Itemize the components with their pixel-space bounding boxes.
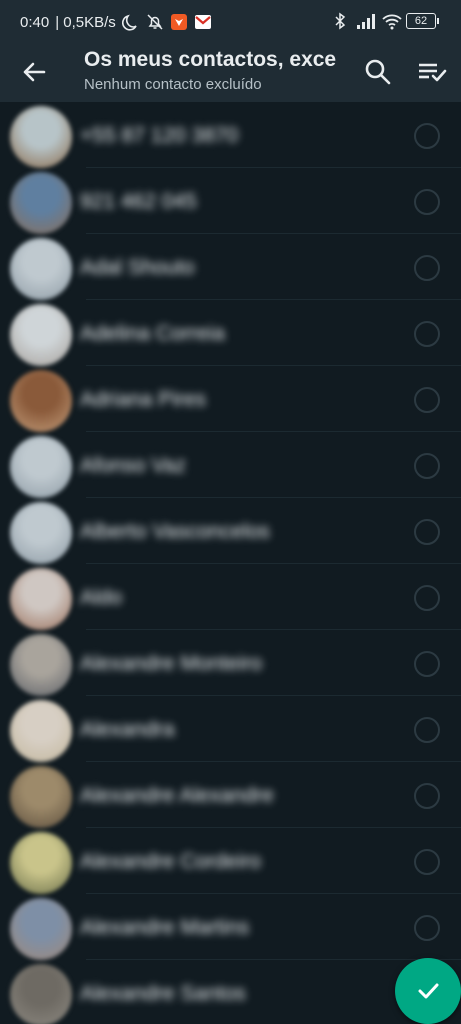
contact-checkbox[interactable] bbox=[414, 453, 440, 479]
contact-checkbox[interactable] bbox=[414, 915, 440, 941]
page-title: Os meus contactos, exce bbox=[84, 48, 337, 71]
contact-name: Alexandre Santos bbox=[80, 982, 246, 1005]
bluetooth-icon bbox=[331, 12, 349, 30]
contact-row[interactable]: Adal Shouto bbox=[0, 234, 461, 300]
contact-name: Afonso Vaz bbox=[80, 454, 186, 477]
bell-off-icon bbox=[146, 13, 164, 31]
back-button[interactable] bbox=[18, 56, 50, 88]
confirm-button[interactable] bbox=[395, 958, 461, 1024]
battery-level: 62 bbox=[406, 13, 436, 29]
contact-name: Alexandre Martins bbox=[80, 916, 250, 939]
contact-checkbox[interactable] bbox=[414, 387, 440, 413]
contact-name: Adriana Pires bbox=[80, 388, 207, 411]
contact-row[interactable]: Alexandre Santos bbox=[0, 960, 461, 1024]
arrow-left-icon bbox=[23, 62, 46, 82]
select-all-button[interactable] bbox=[415, 56, 449, 88]
contact-name: Adal Shouto bbox=[80, 256, 195, 279]
status-time: 0:40 bbox=[20, 13, 50, 31]
contact-row[interactable]: 921 462 045 bbox=[0, 168, 461, 234]
signal-icon bbox=[356, 12, 375, 30]
avatar bbox=[10, 238, 72, 300]
avatar bbox=[10, 634, 72, 696]
contact-name: 921 462 045 bbox=[80, 190, 197, 213]
contact-row[interactable]: Alexandre Alexandre bbox=[0, 762, 461, 828]
search-button[interactable] bbox=[362, 56, 394, 88]
contact-checkbox[interactable] bbox=[414, 717, 440, 743]
wifi-icon bbox=[381, 12, 402, 30]
contact-row[interactable]: Alexandra bbox=[0, 696, 461, 762]
gmail-icon bbox=[194, 13, 212, 31]
contact-checkbox[interactable] bbox=[414, 255, 440, 281]
check-icon bbox=[418, 983, 439, 999]
contact-row[interactable]: +55 87 120 3870 bbox=[0, 102, 461, 168]
avatar bbox=[10, 832, 72, 894]
moon-icon bbox=[121, 13, 140, 31]
contact-name: +55 87 120 3870 bbox=[80, 124, 239, 147]
contact-row[interactable]: Alexandre Martins bbox=[0, 894, 461, 960]
contact-row[interactable]: Adriana Pires bbox=[0, 366, 461, 432]
avatar bbox=[10, 370, 72, 432]
contact-name: Aldo bbox=[80, 586, 123, 609]
status-bar: 0:40 | 0,5KB/s 62 bbox=[0, 0, 461, 44]
contact-checkbox[interactable] bbox=[414, 123, 440, 149]
contact-list[interactable]: +55 87 120 3870 921 462 045 Adal Shouto Ade… bbox=[0, 102, 461, 1024]
contact-row[interactable]: Alexandre Monteiro bbox=[0, 630, 461, 696]
contact-name: Adelina Correia bbox=[80, 322, 225, 345]
page-subtitle: Nenhum contacto excluído bbox=[84, 76, 262, 93]
contact-row[interactable]: Alberto Vasconcelos bbox=[0, 498, 461, 564]
checklist-icon bbox=[419, 63, 447, 82]
contact-name: Alexandre Alexandre bbox=[80, 784, 274, 807]
contact-checkbox[interactable] bbox=[414, 651, 440, 677]
contact-row[interactable]: Aldo bbox=[0, 564, 461, 630]
avatar bbox=[10, 898, 72, 960]
contact-checkbox[interactable] bbox=[414, 189, 440, 215]
avatar bbox=[10, 700, 72, 762]
avatar bbox=[10, 106, 72, 168]
contact-name: Alexandra bbox=[80, 718, 175, 741]
contact-checkbox[interactable] bbox=[414, 783, 440, 809]
contact-checkbox[interactable] bbox=[414, 519, 440, 545]
battery-icon: 62 bbox=[406, 13, 439, 29]
avatar bbox=[10, 568, 72, 630]
app-bar: Os meus contactos, exce Nenhum contacto … bbox=[0, 44, 461, 102]
avatar bbox=[10, 304, 72, 366]
contact-checkbox[interactable] bbox=[414, 585, 440, 611]
avatar bbox=[10, 436, 72, 498]
contact-checkbox[interactable] bbox=[414, 321, 440, 347]
contact-checkbox[interactable] bbox=[414, 849, 440, 875]
brave-icon bbox=[170, 13, 188, 31]
avatar bbox=[10, 502, 72, 564]
avatar bbox=[10, 766, 72, 828]
contact-name: Alberto Vasconcelos bbox=[80, 520, 270, 543]
status-network-speed: | 0,5KB/s bbox=[55, 13, 116, 31]
contact-name: Alexandre Monteiro bbox=[80, 652, 263, 675]
avatar bbox=[10, 964, 72, 1024]
contact-row[interactable]: Adelina Correia bbox=[0, 300, 461, 366]
contact-row[interactable]: Afonso Vaz bbox=[0, 432, 461, 498]
avatar bbox=[10, 172, 72, 234]
contact-name: Alexandre Cordeiro bbox=[80, 850, 261, 873]
contact-row[interactable]: Alexandre Cordeiro bbox=[0, 828, 461, 894]
search-icon bbox=[365, 59, 391, 85]
